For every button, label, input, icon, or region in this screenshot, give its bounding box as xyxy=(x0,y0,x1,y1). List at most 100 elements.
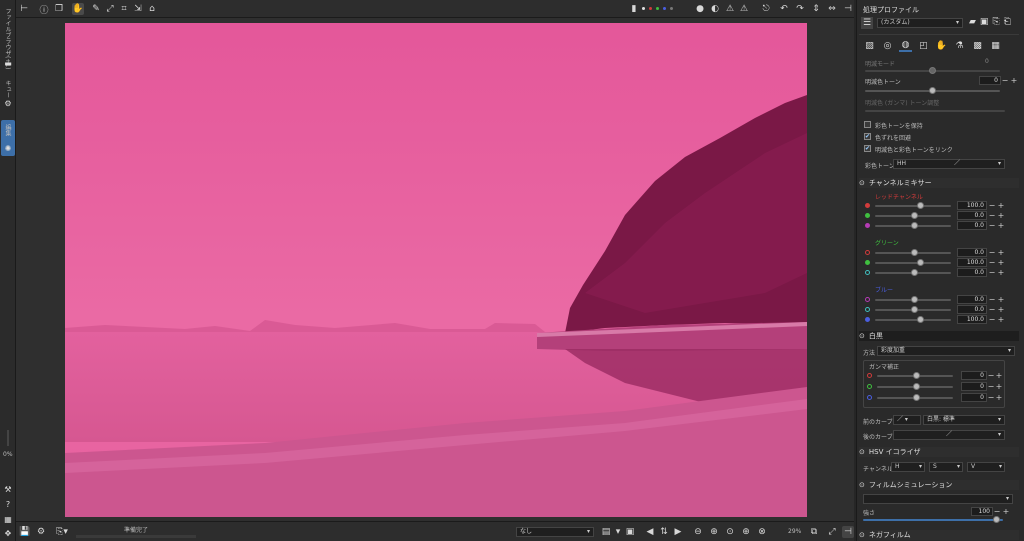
film-strength-value[interactable]: 100 xyxy=(971,507,993,516)
zoom-fit-icon[interactable]: ⊙ xyxy=(724,526,736,538)
bw-tone-curve-slider[interactable] xyxy=(865,110,1005,112)
rotate-left-icon[interactable]: ↶ xyxy=(778,3,790,15)
after-curve-select[interactable]: ／ ▾ xyxy=(893,430,1005,440)
minus[interactable]: − xyxy=(988,201,996,210)
hsv-header[interactable]: ⊙ HSV イコライザ xyxy=(859,447,1019,457)
flip-vertical-icon[interactable]: ⇕ xyxy=(810,3,822,15)
knob[interactable] xyxy=(917,259,924,266)
knob[interactable] xyxy=(913,372,920,379)
hsv-h-select[interactable]: H ▾ xyxy=(891,462,925,472)
sync-icon[interactable]: ⇅ xyxy=(658,526,670,538)
advanced-tab-icon[interactable]: ◰ xyxy=(917,40,930,52)
film-sim-select[interactable]: ▾ xyxy=(863,494,1013,504)
profile-list-icon[interactable]: ☰ xyxy=(861,17,873,29)
new-window-icon[interactable]: ⧉ xyxy=(808,526,820,538)
minus[interactable]: − xyxy=(988,248,996,257)
save-icon[interactable]: 💾 xyxy=(19,526,31,538)
plus[interactable]: + xyxy=(995,371,1003,380)
bw-method2-select[interactable]: 彩度加重 ▾ xyxy=(877,346,1015,356)
transform-icon[interactable]: ⇲ xyxy=(132,3,144,15)
detail-tab-icon[interactable]: ◎ xyxy=(881,40,894,52)
slider[interactable] xyxy=(875,262,951,264)
color-profile-select[interactable]: なし ▾ xyxy=(516,527,594,537)
rendering-intent-icon[interactable]: ▾ xyxy=(612,526,624,538)
value-box[interactable]: 0.0 xyxy=(957,305,987,314)
value-box[interactable]: 0.0 xyxy=(957,248,987,257)
value-box[interactable]: 0 xyxy=(961,371,987,380)
plus[interactable]: + xyxy=(997,201,1005,210)
knob[interactable] xyxy=(911,296,918,303)
bw-tone-knob[interactable] xyxy=(929,87,936,94)
zoom-slider[interactable] xyxy=(7,430,9,446)
value-box[interactable]: 0.0 xyxy=(957,211,987,220)
value-box[interactable]: 0 xyxy=(961,382,987,391)
zoom-fill-icon[interactable]: ⊗ xyxy=(756,526,768,538)
value-box[interactable]: 100.0 xyxy=(957,201,987,210)
save-profile-icon[interactable]: ▣ xyxy=(980,17,993,27)
color-tab-icon[interactable]: ◍ xyxy=(899,40,912,52)
crop-icon[interactable]: ⌗ xyxy=(118,3,130,15)
plus[interactable]: + xyxy=(997,211,1005,220)
fullscreen-icon[interactable]: ⤢ xyxy=(826,526,838,538)
minus[interactable]: − xyxy=(988,315,996,324)
straighten-icon[interactable]: ⤢ xyxy=(104,3,116,15)
knob[interactable] xyxy=(917,316,924,323)
image-canvas[interactable] xyxy=(16,18,854,521)
knob[interactable] xyxy=(917,202,924,209)
knob[interactable] xyxy=(911,306,918,313)
value-box[interactable]: 100.0 xyxy=(957,315,987,324)
picker-icon[interactable]: ✎ xyxy=(90,3,102,15)
zoom-in-icon[interactable]: ⊕ xyxy=(708,526,720,538)
keep-tone-checkbox[interactable] xyxy=(864,121,871,128)
bw-section-header[interactable]: ⊙ 白黒 xyxy=(859,331,1019,341)
zoom-out-icon[interactable]: ⊖ xyxy=(692,526,704,538)
before-after-icon[interactable]: ❐ xyxy=(53,3,65,15)
open-profile-icon[interactable]: ▰ xyxy=(969,17,980,27)
negative-film-header[interactable]: ⊙ ネガフィルム xyxy=(859,530,1019,540)
value-box[interactable]: 0.0 xyxy=(957,221,987,230)
plus[interactable]: + xyxy=(997,221,1005,230)
plus[interactable]: + xyxy=(997,305,1005,314)
hsv-s-select[interactable]: S ▾ xyxy=(929,462,963,472)
minus[interactable]: − xyxy=(987,393,995,402)
photo-preview[interactable] xyxy=(65,23,807,517)
rotate-right-icon[interactable]: ↷ xyxy=(794,3,806,15)
monitor-profile-icon[interactable]: ▤ xyxy=(600,526,612,538)
film-sim-header[interactable]: ⊙ フィルムシミュレーション xyxy=(859,480,1019,490)
slider[interactable] xyxy=(875,319,951,321)
knob[interactable] xyxy=(911,249,918,256)
knob[interactable] xyxy=(911,212,918,219)
minus[interactable]: − xyxy=(988,305,996,314)
plus[interactable]: + xyxy=(995,382,1003,391)
bw-method-select[interactable]: HH ／ ▾ xyxy=(893,159,1005,169)
hsv-v-select[interactable]: V ▾ xyxy=(967,462,1005,472)
bw-tone-plus[interactable]: + xyxy=(1010,76,1018,85)
meta-tab-icon[interactable]: ▦ xyxy=(989,40,1002,52)
prev-image-icon[interactable]: ◀ xyxy=(644,526,656,538)
lock-icon[interactable]: ⎋ xyxy=(760,3,772,15)
zoom-100-icon[interactable]: ⊕ xyxy=(740,526,752,538)
bw-tone-value[interactable]: 0 xyxy=(979,76,1001,85)
before-curve-type[interactable]: ／ ▾ xyxy=(893,415,921,425)
help-icon[interactable]: ? xyxy=(3,499,13,509)
film-strength-knob[interactable] xyxy=(993,516,1000,523)
plus[interactable]: + xyxy=(997,258,1005,267)
raw-tab-icon[interactable]: ▩ xyxy=(971,40,984,52)
clip-warning-icon[interactable]: ⚠ xyxy=(738,3,750,15)
channel-mixer-header[interactable]: ⊙ チャンネルミキサー xyxy=(859,178,1019,188)
queue-add-icon[interactable]: ⚙ xyxy=(35,526,47,538)
bw-row1-knob[interactable] xyxy=(929,67,936,74)
collapse-right-icon[interactable]: ⊣ xyxy=(842,3,854,15)
slider[interactable] xyxy=(875,205,951,207)
collapse-left-icon[interactable]: ⊢ xyxy=(18,3,30,15)
film-strength-plus[interactable]: + xyxy=(1002,507,1010,516)
minus[interactable]: − xyxy=(988,258,996,267)
knob[interactable] xyxy=(911,222,918,229)
avoid-shift-checkbox[interactable]: ✔ xyxy=(864,133,871,140)
flip-horizontal-icon[interactable]: ⇔ xyxy=(826,3,838,15)
plus[interactable]: + xyxy=(997,295,1005,304)
next-image-icon[interactable]: ▶ xyxy=(672,526,684,538)
profile-select[interactable]: (カスタム) ▾ xyxy=(877,18,963,28)
copy-profile-icon[interactable]: ⎘ xyxy=(992,17,1003,27)
move-icon[interactable]: ✥ xyxy=(3,528,13,538)
